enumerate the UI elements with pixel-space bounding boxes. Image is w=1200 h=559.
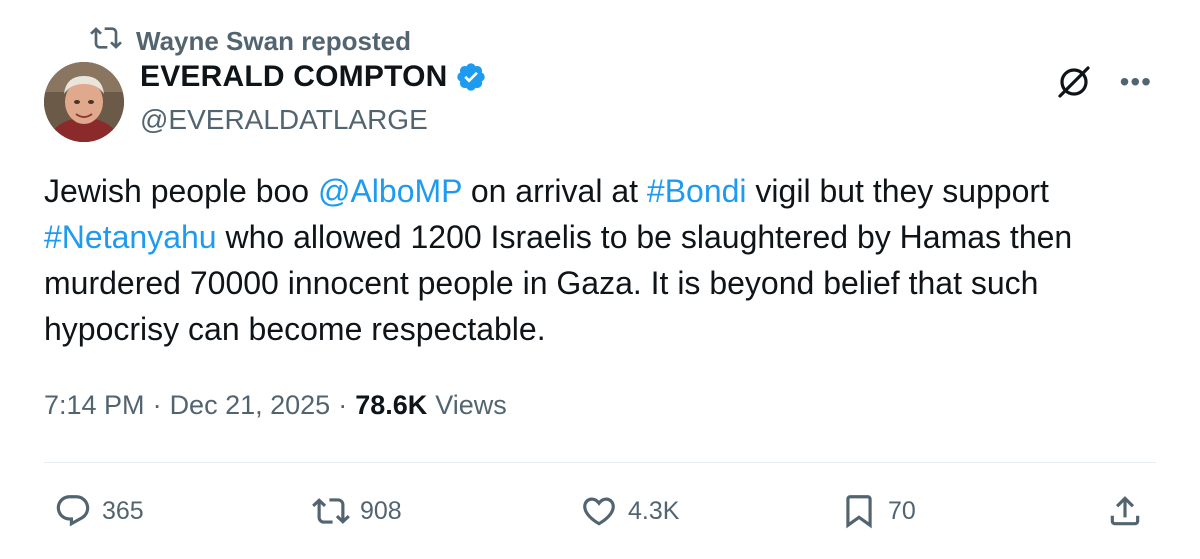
tweet-text-segment: on arrival at (461, 173, 647, 209)
tweet-date[interactable]: Dec 21, 2025 (170, 390, 331, 421)
avatar[interactable] (44, 62, 124, 142)
heart-icon (580, 492, 618, 530)
share-button[interactable] (1106, 492, 1144, 530)
repost-icon (312, 492, 350, 530)
author-handle[interactable]: @EVERALDATLARGE (140, 104, 428, 136)
reply-count: 365 (102, 496, 144, 525)
reply-icon (54, 492, 92, 530)
tweet-time[interactable]: 7:14 PM (44, 390, 145, 421)
hashtag-link[interactable]: #Netanyahu (44, 219, 217, 255)
views-count[interactable]: 78.6K (355, 390, 427, 421)
repost-count: 908 (360, 496, 402, 525)
author-row[interactable]: EVERALD COMPTON (140, 60, 487, 94)
tweet-text-segment: Jewish people boo (44, 173, 318, 209)
repost-label: Wayne Swan reposted (136, 26, 411, 56)
action-bar: 365 908 4.3K 70 (44, 486, 1156, 536)
divider (44, 462, 1156, 463)
repost-header[interactable]: Wayne Swan reposted (90, 22, 411, 61)
like-button[interactable]: 4.3K (580, 492, 679, 530)
like-count: 4.3K (628, 496, 680, 525)
repost-icon (90, 22, 122, 61)
verified-badge-icon[interactable] (455, 61, 487, 93)
views-label: Views (435, 390, 507, 420)
author-name[interactable]: EVERALD COMPTON (140, 60, 447, 94)
repost-button[interactable]: 908 (312, 492, 402, 530)
hashtag-link[interactable]: #Bondi (647, 173, 747, 209)
more-icon[interactable]: ••• (1120, 68, 1152, 96)
tweet-top-actions: ••• (1054, 62, 1152, 102)
tweet-card: Wayne Swan reposted EVERALD COMPTON @EVE… (0, 0, 1200, 559)
bookmark-count: 70 (888, 496, 916, 525)
mention-link[interactable]: @AlboMP (318, 173, 462, 209)
meta-separator: · (338, 390, 348, 420)
tweet-text: Jewish people boo @AlboMP on arrival at … (44, 168, 1164, 352)
tweet-meta: 7:14 PM · Dec 21, 2025 · 78.6K Views (44, 390, 507, 421)
share-icon (1106, 492, 1144, 530)
bookmark-icon (840, 492, 878, 530)
meta-separator: · (152, 390, 162, 420)
grok-icon[interactable] (1054, 62, 1094, 102)
reply-button[interactable]: 365 (54, 492, 144, 530)
tweet-text-segment: vigil but they support (746, 173, 1049, 209)
bookmark-button[interactable]: 70 (840, 492, 916, 530)
